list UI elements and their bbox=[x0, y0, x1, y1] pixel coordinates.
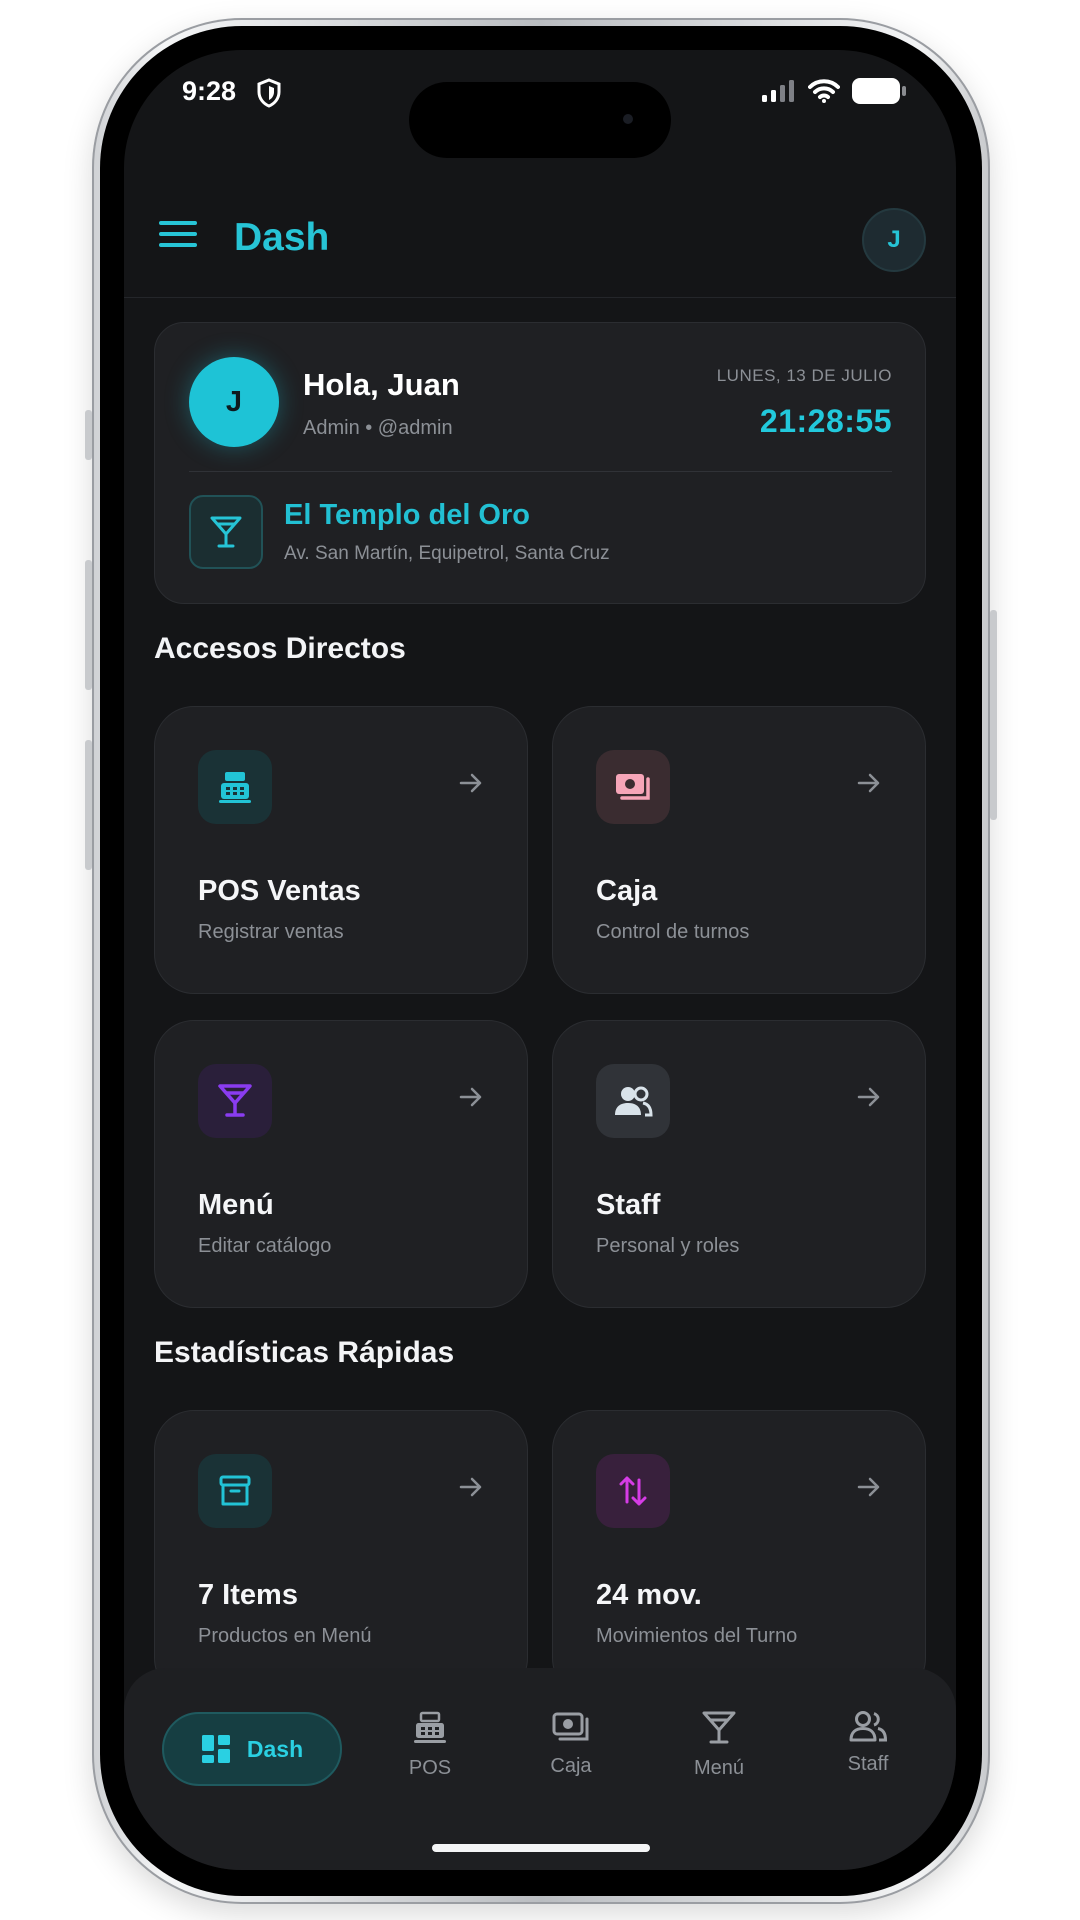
home-indicator[interactable] bbox=[432, 1844, 650, 1852]
nav-label: Dash bbox=[246, 1735, 304, 1762]
archive-icon bbox=[198, 1454, 272, 1528]
dashboard-icon bbox=[201, 1735, 230, 1763]
power-button bbox=[990, 610, 997, 820]
tile-title: Staff bbox=[596, 1189, 661, 1221]
stat-label: Productos en Menú bbox=[198, 1625, 372, 1647]
nav-label: Staff bbox=[847, 1753, 889, 1775]
stat-movements[interactable]: 24 mov. Movimientos del Turno bbox=[552, 1410, 926, 1698]
money-icon bbox=[596, 750, 670, 824]
silent-switch bbox=[85, 410, 92, 460]
tile-title: POS Ventas bbox=[198, 875, 361, 907]
arrow-right-icon bbox=[857, 1087, 880, 1107]
venue-address: Av. San Martín, Equipetrol, Santa Cruz bbox=[284, 543, 610, 564]
shortcut-pos-ventas[interactable]: POS Ventas Registrar ventas bbox=[154, 706, 528, 994]
shortcut-caja[interactable]: Caja Control de turnos bbox=[552, 706, 926, 994]
volume-up-button bbox=[85, 560, 92, 690]
cellular-signal-icon bbox=[762, 80, 794, 102]
bottom-navigation: Dash POS Caja Menú Staff bbox=[124, 1668, 956, 1870]
greeting: Hola, Juan bbox=[303, 367, 460, 402]
nav-label: POS bbox=[408, 1757, 452, 1779]
tile-subtitle: Editar catálogo bbox=[198, 1235, 332, 1257]
shortcut-staff[interactable]: Staff Personal y roles bbox=[552, 1020, 926, 1308]
nav-item-pos[interactable]: POS bbox=[375, 1710, 485, 1780]
arrow-right-icon bbox=[459, 1087, 482, 1107]
nav-label: Menú bbox=[693, 1757, 745, 1779]
cash-register-icon bbox=[414, 1711, 446, 1743]
status-icons bbox=[762, 78, 906, 104]
tile-subtitle: Control de turnos bbox=[596, 921, 750, 943]
nav-item-dash[interactable]: Dash bbox=[162, 1712, 342, 1786]
stat-value: 24 mov. bbox=[596, 1579, 702, 1611]
shortcut-menu[interactable]: Menú Editar catálogo bbox=[154, 1020, 528, 1308]
app-header: Dash J bbox=[124, 160, 956, 298]
swap-vertical-icon bbox=[596, 1454, 670, 1528]
stat-items[interactable]: 7 Items Productos en Menú bbox=[154, 1410, 528, 1698]
stat-value: 7 Items bbox=[198, 1579, 298, 1611]
cocktail-icon bbox=[198, 1064, 272, 1138]
volume-down-button bbox=[85, 740, 92, 870]
tile-subtitle: Registrar ventas bbox=[198, 921, 344, 943]
cash-register-icon bbox=[198, 750, 272, 824]
venue-cocktail-icon bbox=[189, 495, 263, 569]
header-avatar[interactable]: J bbox=[862, 208, 926, 272]
nav-label: Caja bbox=[550, 1755, 592, 1777]
wifi-icon bbox=[808, 79, 840, 103]
profile-card: J Hola, Juan Admin • @admin LUNES, 13 DE… bbox=[154, 322, 926, 604]
shortcuts-title: Accesos Directos bbox=[154, 632, 406, 665]
stats-title: Estadísticas Rápidas bbox=[154, 1336, 455, 1369]
divider bbox=[189, 471, 892, 472]
people-icon bbox=[596, 1064, 670, 1138]
battery-icon bbox=[852, 78, 906, 104]
avatar: J bbox=[189, 357, 279, 447]
tile-title: Menú bbox=[198, 1189, 274, 1221]
current-date: LUNES, 13 DE JULIO bbox=[716, 366, 892, 385]
status-time: 9:28 bbox=[182, 76, 237, 106]
nav-item-caja[interactable]: Caja bbox=[516, 1710, 626, 1778]
arrow-right-icon bbox=[459, 773, 482, 793]
stat-label: Movimientos del Turno bbox=[596, 1625, 798, 1647]
cocktail-icon bbox=[702, 1711, 736, 1744]
tile-title: Caja bbox=[596, 875, 658, 907]
venue-name[interactable]: El Templo del Oro bbox=[284, 499, 530, 532]
hamburger-menu-icon[interactable] bbox=[159, 220, 197, 248]
arrow-right-icon bbox=[857, 1477, 880, 1497]
people-icon bbox=[849, 1711, 888, 1742]
app-screen: 9:28 Dash J J Hola, Juan Admin • @admin … bbox=[124, 50, 956, 1870]
nav-item-menu[interactable]: Menú bbox=[664, 1710, 774, 1780]
money-icon bbox=[552, 1712, 589, 1741]
arrow-right-icon bbox=[857, 773, 880, 793]
current-time: 21:28:55 bbox=[759, 403, 892, 439]
page-title: Dash bbox=[234, 216, 330, 259]
tile-subtitle: Personal y roles bbox=[596, 1235, 740, 1257]
arrow-right-icon bbox=[459, 1477, 482, 1497]
shield-icon bbox=[257, 78, 281, 108]
nav-item-staff[interactable]: Staff bbox=[813, 1710, 923, 1776]
user-role: Admin • @admin bbox=[303, 417, 453, 439]
dynamic-island bbox=[409, 82, 671, 158]
